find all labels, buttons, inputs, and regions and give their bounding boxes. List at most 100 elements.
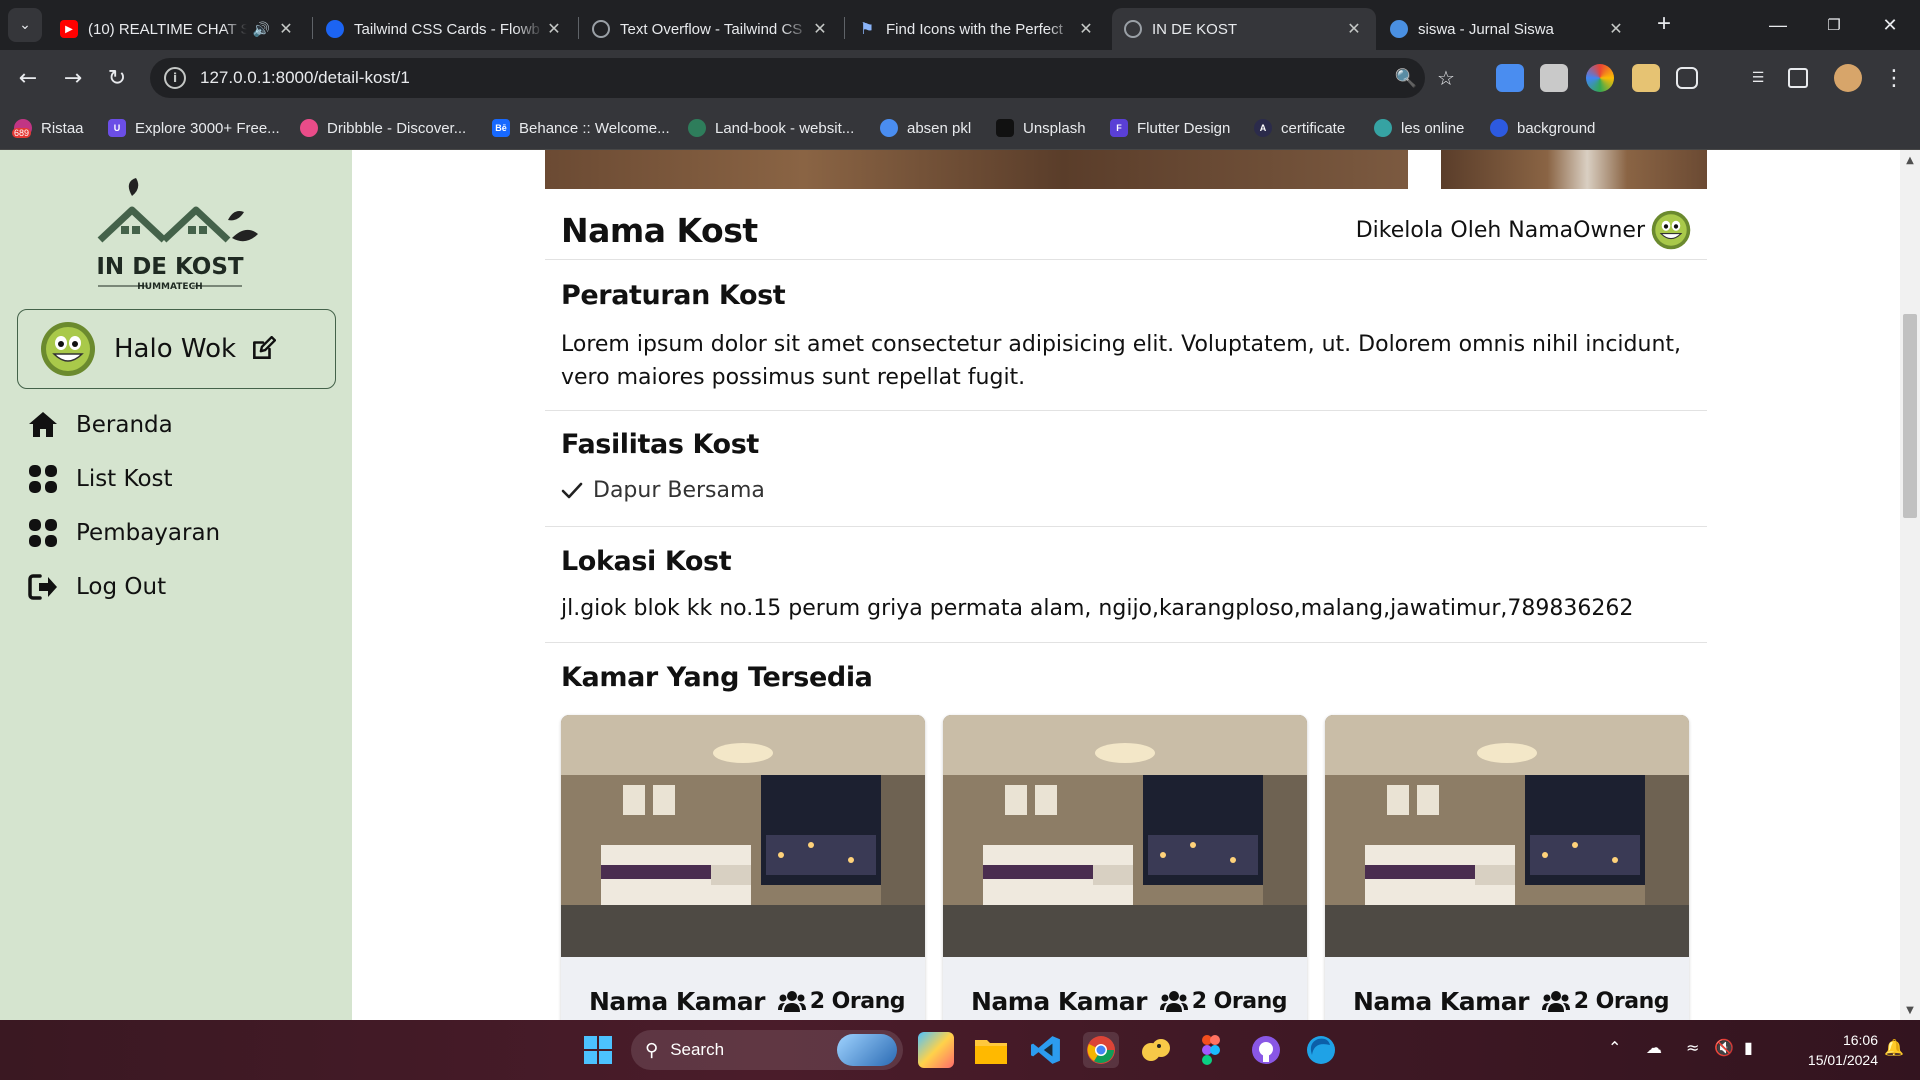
tab-divider	[312, 17, 313, 39]
extensions-puzzle-icon[interactable]	[1676, 67, 1698, 89]
figma-icon[interactable]	[1193, 1032, 1229, 1068]
system-clock[interactable]: 16:06 15/01/2024	[1778, 1030, 1878, 1070]
close-icon[interactable]: ✕	[810, 19, 830, 39]
les-online-icon	[1374, 119, 1392, 137]
github-icon[interactable]	[1248, 1032, 1284, 1068]
speaker-icon[interactable]: 🔊	[253, 21, 270, 38]
room-photo	[561, 715, 925, 957]
taskbar-search[interactable]: ⚲ Search	[631, 1030, 903, 1070]
users-icon	[777, 990, 806, 1012]
battery-icon[interactable]: ▮	[1744, 1038, 1753, 1057]
extension-notes-icon[interactable]	[1632, 64, 1660, 92]
volume-muted-icon[interactable]: 🔇	[1714, 1038, 1734, 1057]
duck-app-icon[interactable]	[1138, 1032, 1174, 1068]
tab-divider	[578, 17, 579, 39]
close-icon[interactable]: ✕	[1344, 19, 1364, 39]
restore-button[interactable]: ❐	[1814, 10, 1854, 40]
uiverse-icon: U	[108, 119, 126, 137]
bookmark-absen-pkl[interactable]: absen pkl	[880, 117, 971, 139]
siswa-icon	[1390, 20, 1408, 38]
new-tab-button[interactable]: +	[1650, 10, 1678, 38]
globe-icon	[1124, 20, 1142, 38]
room-card[interactable]: Nama Kamar 2 Orang	[943, 715, 1307, 1020]
edge-icon[interactable]	[1303, 1032, 1339, 1068]
notification-bell-icon[interactable]: 🔔	[1884, 1038, 1904, 1057]
bookmark-dribbble[interactable]: Dribbble - Discover...	[300, 117, 466, 139]
extension-docs-icon[interactable]	[1496, 64, 1524, 92]
room-name: Nama Kamar	[1353, 987, 1529, 1016]
close-icon[interactable]: ✕	[1076, 19, 1096, 39]
close-icon[interactable]: ✕	[544, 19, 564, 39]
extension-clipboard-icon[interactable]	[1540, 64, 1568, 92]
close-icon[interactable]: ✕	[1606, 19, 1626, 39]
file-explorer-icon[interactable]	[973, 1032, 1009, 1068]
tab-in-de-kost[interactable]: IN DE KOST ✕	[1112, 8, 1376, 50]
extension-color-icon[interactable]	[1586, 64, 1614, 92]
wifi-icon[interactable]: ≈	[1686, 1038, 1699, 1057]
bookmark-landbook[interactable]: Land-book - websit...	[688, 117, 854, 139]
page-scrollbar[interactable]: ▲ ▼	[1900, 150, 1920, 1020]
media-control-icon[interactable]: ☰	[1744, 64, 1772, 92]
profile-avatar-icon[interactable]	[1834, 64, 1862, 92]
tab-realtime-chat[interactable]: ▶ (10) REALTIME CHAT S 🔊 ✕	[48, 8, 308, 50]
owner-avatar	[1651, 210, 1691, 250]
bookmark-certificate[interactable]: A certificate	[1254, 117, 1345, 139]
room-name: Nama Kamar	[589, 987, 765, 1016]
chevron-down-icon: ⌄	[19, 17, 31, 33]
room-card[interactable]: Nama Kamar 2 Orang	[561, 715, 925, 1020]
room-name: Nama Kamar	[971, 987, 1147, 1016]
room-card[interactable]: Nama Kamar 2 Orang	[1325, 715, 1689, 1020]
bookmark-unsplash[interactable]: Unsplash	[996, 117, 1086, 139]
back-button[interactable]: ←	[10, 60, 46, 96]
url-text[interactable]: 127.0.0.1:8000/detail-kost/1	[200, 68, 410, 88]
search-icon: ⚲	[645, 1039, 659, 1061]
users-icon	[1159, 990, 1188, 1012]
close-window-button[interactable]: ✕	[1870, 10, 1910, 40]
bookmark-flutter-design[interactable]: F Flutter Design	[1110, 117, 1230, 139]
scroll-down-arrow[interactable]: ▼	[1900, 1002, 1920, 1018]
bookmark-explore[interactable]: U Explore 3000+ Free...	[108, 117, 280, 139]
certificate-icon: A	[1254, 119, 1272, 137]
tab-jurnal-siswa[interactable]: siswa - Jurnal Siswa ✕	[1378, 8, 1638, 50]
bookmark-les-online[interactable]: les online	[1374, 117, 1464, 139]
room-photo	[943, 715, 1307, 957]
logo-subtitle: HUMMATECH	[137, 282, 202, 292]
flutter-design-icon: F	[1110, 119, 1128, 137]
sidebar-item-list-kost[interactable]: List Kost	[28, 459, 173, 499]
room-capacity: 2 Orang	[1541, 989, 1670, 1014]
sidebar-item-log-out[interactable]: Log Out	[28, 567, 166, 607]
zoom-icon[interactable]: 🔍	[1394, 66, 1418, 90]
vscode-icon[interactable]	[1028, 1032, 1064, 1068]
close-icon[interactable]: ✕	[276, 19, 296, 39]
sidebar-item-beranda[interactable]: Beranda	[28, 405, 173, 445]
bookmark-star-icon[interactable]: ☆	[1434, 66, 1458, 90]
bookmark-behance[interactable]: Bē Behance :: Welcome...	[492, 117, 670, 139]
address-bar[interactable]: i 127.0.0.1:8000/detail-kost/1 🔍 ☆	[150, 58, 1455, 98]
menu-kebab-icon[interactable]: ⋮	[1880, 64, 1908, 92]
tab-find-icons[interactable]: ⚑ Find Icons with the Perfect ✕	[846, 8, 1108, 50]
side-panel-icon[interactable]	[1788, 68, 1808, 88]
tab-tailwind-cards[interactable]: Tailwind CSS Cards - Flowb ✕	[314, 8, 576, 50]
tab-text-overflow[interactable]: Text Overflow - Tailwind CS ✕	[580, 8, 842, 50]
location-title: Lokasi Kost	[561, 546, 732, 577]
chevron-up-icon[interactable]: ⌃	[1608, 1038, 1621, 1057]
scroll-up-arrow[interactable]: ▲	[1900, 152, 1920, 168]
windows-start-icon[interactable]	[580, 1032, 616, 1068]
sidebar-item-pembayaran[interactable]: Pembayaran	[28, 513, 220, 553]
edit-icon[interactable]	[250, 336, 277, 362]
copilot-icon[interactable]	[918, 1032, 954, 1068]
chrome-icon[interactable]	[1083, 1032, 1119, 1068]
profile-card[interactable]: Halo Wok	[17, 309, 336, 389]
bookmark-background[interactable]: background	[1490, 117, 1595, 139]
minimize-button[interactable]: —	[1758, 10, 1798, 40]
reload-button[interactable]: ↻	[99, 60, 135, 96]
site-info-icon[interactable]: i	[164, 67, 186, 89]
youtube-icon: ▶	[60, 20, 78, 38]
tab-divider	[844, 17, 845, 39]
scrollbar-thumb[interactable]	[1903, 314, 1917, 518]
onedrive-icon[interactable]: ☁	[1646, 1038, 1662, 1057]
forward-button[interactable]: →	[55, 60, 91, 96]
tab-search-button[interactable]: ⌄	[8, 8, 42, 42]
kost-photo-main	[545, 150, 1408, 189]
kost-photo-thumb	[1441, 150, 1707, 189]
